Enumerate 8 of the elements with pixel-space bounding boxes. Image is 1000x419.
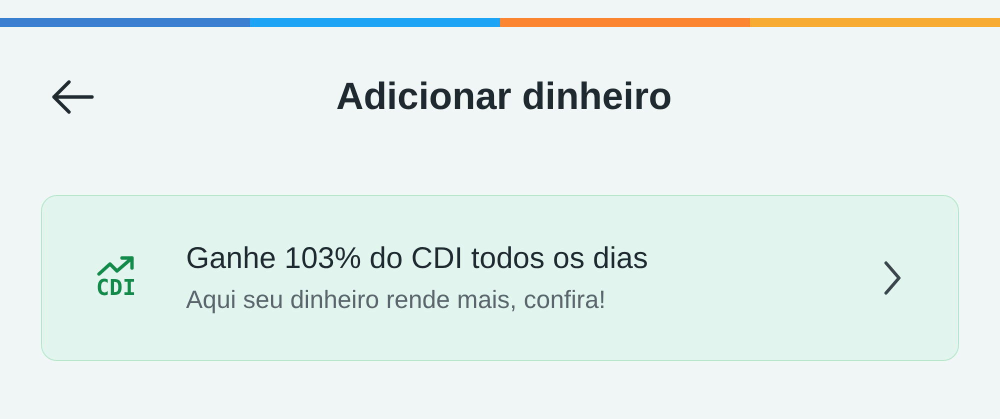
- back-arrow-icon: [50, 79, 94, 115]
- chevron-right-icon: [882, 260, 902, 296]
- trend-up-icon: [96, 255, 136, 277]
- page-title: Adicionar dinheiro: [335, 76, 673, 118]
- icon-label: CDI: [96, 277, 136, 301]
- promo-card[interactable]: CDI Ganhe 103% do CDI todos os dias Aqui seu dinheiro rende mais, confira!: [41, 195, 959, 361]
- promo-subtitle: Aqui seu dinheiro rende mais, confira!: [186, 286, 607, 314]
- promo-title: Ganhe 103% do CDI todos os dias: [186, 242, 649, 276]
